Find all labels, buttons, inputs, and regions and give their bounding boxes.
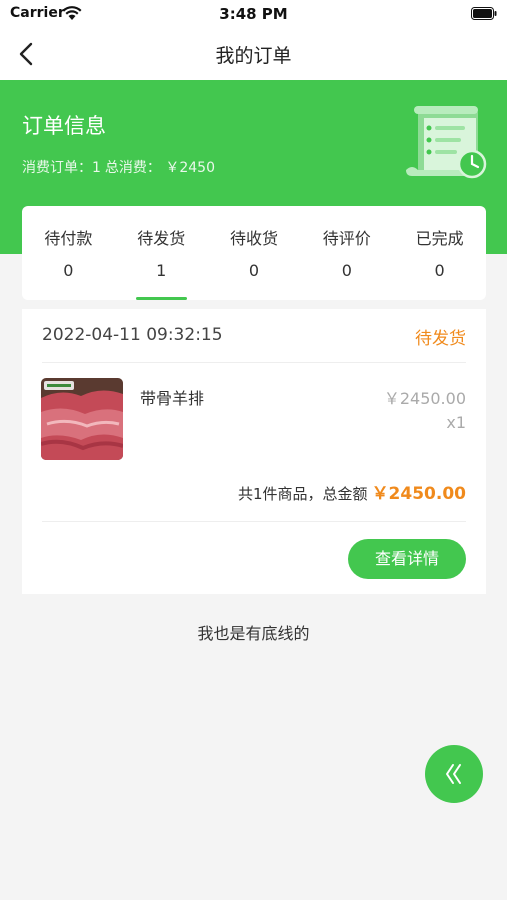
tab-pending-payment[interactable]: 待付款 0 [22,206,115,300]
total-spend-label: 总消费： ￥2450 [104,160,216,176]
battery-icon [471,7,497,20]
nav-bar: 我的订单 [0,28,507,80]
order-total-amount: ￥2450.00 [371,484,466,504]
tab-count: 0 [63,261,74,280]
tab-pending-shipment[interactable]: 待发货 1 [115,206,208,300]
double-chevron-left-icon [446,764,461,784]
order-count-label: 消费订单：1 [22,160,101,176]
order-status-tabs: 待付款 0 待发货 1 待收货 0 待评价 0 已完成 0 [22,206,486,300]
product-name: 带骨羊排 [140,389,205,408]
tab-label: 待发货 [137,229,186,248]
tab-label: 待收货 [229,229,278,248]
receipt-clock-icon [406,106,487,179]
order-total: 共1件商品，总金额 ￥2450.00 [238,479,466,504]
divider [42,521,466,522]
tab-label: 待评价 [322,229,371,248]
tab-completed[interactable]: 已完成 0 [393,206,486,300]
order-card: 2022-04-11 09:32:15 待发货 带骨羊排 ￥2450.00 x1… [22,309,486,594]
tab-count: 0 [341,261,352,280]
product-image[interactable] [41,378,123,460]
banner-summary: 消费订单：1 总消费： ￥2450 [22,157,219,177]
tab-count: 0 [248,261,260,280]
tab-pending-review[interactable]: 待评价 0 [300,206,393,300]
tab-label: 已完成 [415,229,464,248]
clock-text: 3:48 PM [219,5,288,23]
order-total-prefix: 共1件商品，总金额 [238,485,368,503]
order-status-badge: 待发货 [415,329,466,349]
banner-title: 订单信息 [22,114,106,138]
product-quantity: x1 [446,413,466,432]
tab-pending-receipt[interactable]: 待收货 0 [208,206,301,300]
status-bar: Carrier 3:48 PM [0,0,507,28]
tab-count: 0 [434,261,445,280]
divider [42,362,466,363]
view-details-button[interactable]: 查看详情 [348,539,466,579]
page-title: 我的订单 [215,45,292,67]
end-of-list-text: 我也是有底线的 [197,624,310,643]
active-tab-indicator [135,297,187,300]
tab-label: 待付款 [44,229,93,248]
tab-count: 1 [156,261,167,280]
order-time: 2022-04-11 09:32:15 [42,325,223,345]
product-price: ￥2450.00 [383,389,466,408]
floating-back-button[interactable] [425,745,483,803]
